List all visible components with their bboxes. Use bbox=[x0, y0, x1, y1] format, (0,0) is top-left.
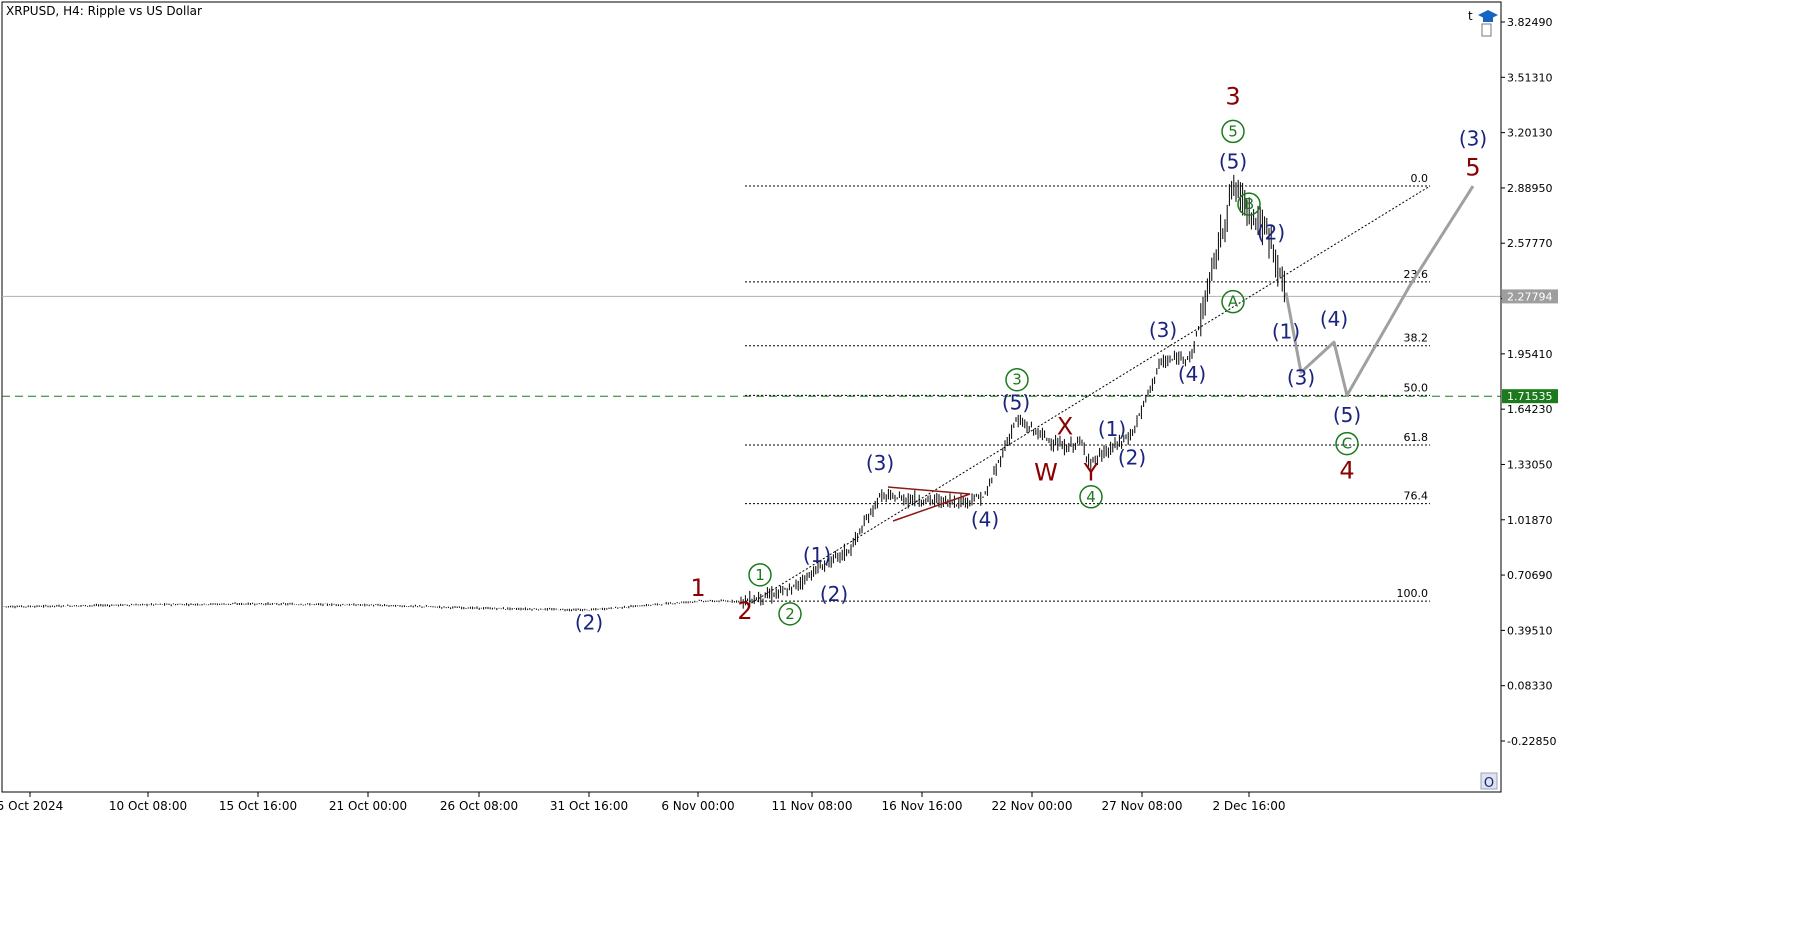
wave-label: Y bbox=[1083, 459, 1099, 487]
wave-label: (4) bbox=[1320, 307, 1348, 331]
wave-label: 4 bbox=[1339, 457, 1354, 485]
level-price-tag-text: 1.71535 bbox=[1507, 390, 1553, 403]
y-tick-label: 0.70690 bbox=[1507, 569, 1553, 582]
wave-label: B bbox=[1244, 195, 1254, 213]
wave-label: (5) bbox=[1002, 391, 1030, 415]
x-tick-label: 22 Nov 00:00 bbox=[992, 799, 1073, 813]
bottom-button-label: O bbox=[1484, 776, 1494, 791]
cap-base bbox=[1483, 17, 1493, 22]
x-tick-label: 5 Oct 2024 bbox=[0, 799, 63, 813]
x-tick-label: 26 Oct 08:00 bbox=[440, 799, 518, 813]
fib-label: 76.4 bbox=[1404, 490, 1429, 503]
y-tick-label: 1.95410 bbox=[1507, 348, 1553, 361]
wave-label: (4) bbox=[1178, 362, 1206, 386]
fib-label: 61.8 bbox=[1404, 431, 1429, 444]
wave-label: (5) bbox=[1219, 149, 1247, 173]
x-tick-label: 21 Oct 00:00 bbox=[329, 799, 407, 813]
x-tick-label: 16 Nov 16:00 bbox=[882, 799, 963, 813]
wave-label: 3 bbox=[1012, 371, 1022, 389]
wave-label: 4 bbox=[1086, 488, 1096, 506]
wave-label: (3) bbox=[1287, 366, 1315, 390]
wave-label: 2 bbox=[785, 605, 795, 623]
x-tick-label: 27 Nov 08:00 bbox=[1102, 799, 1183, 813]
wave-label: (2) bbox=[575, 611, 603, 635]
y-tick-label: 1.33050 bbox=[1507, 458, 1553, 471]
wave-label: (1) bbox=[1272, 320, 1300, 344]
wave-label: (1) bbox=[803, 543, 831, 567]
y-tick-label: 2.57770 bbox=[1507, 237, 1553, 250]
y-tick-label: 3.51310 bbox=[1507, 71, 1553, 84]
y-tick-label: -0.22850 bbox=[1507, 735, 1556, 748]
wave-label: (2) bbox=[1257, 220, 1285, 244]
current-price-tag-text: 2.27794 bbox=[1507, 290, 1553, 303]
wave-label: 5 bbox=[1228, 122, 1238, 140]
scroll-icon[interactable] bbox=[1481, 23, 1492, 37]
wave-label: A bbox=[1228, 293, 1239, 311]
fib-label: 50.0 bbox=[1404, 381, 1429, 394]
fib-label: 0.0 bbox=[1411, 172, 1429, 185]
x-tick-label: 2 Dec 16:00 bbox=[1212, 799, 1285, 813]
x-tick-label: 15 Oct 16:00 bbox=[219, 799, 297, 813]
wave-label: 5 bbox=[1465, 153, 1480, 181]
wave-label: (3) bbox=[866, 451, 894, 475]
x-tick-label: 6 Nov 00:00 bbox=[661, 799, 734, 813]
graduation-cap-icon[interactable] bbox=[1478, 10, 1498, 22]
wave-label: (3) bbox=[1149, 318, 1177, 342]
bottom-corner-button[interactable]: O bbox=[1480, 772, 1498, 791]
y-tick-label: 1.64230 bbox=[1507, 403, 1553, 416]
wave-label: (2) bbox=[820, 582, 848, 606]
fib-label: 100.0 bbox=[1397, 587, 1429, 600]
wave-label: W bbox=[1034, 459, 1058, 487]
wave-label: (5) bbox=[1333, 403, 1361, 427]
wave-label: C bbox=[1342, 435, 1352, 453]
fib-label: 38.2 bbox=[1404, 332, 1429, 345]
wave-label: (2) bbox=[1118, 446, 1146, 470]
wave-label: (1) bbox=[1098, 417, 1126, 441]
corner-letter: t bbox=[1468, 9, 1473, 23]
y-tick-label: 3.20130 bbox=[1507, 127, 1553, 140]
y-tick-label: 2.88950 bbox=[1507, 182, 1553, 195]
wave-label: 3 bbox=[1225, 82, 1240, 110]
wave-label: 1 bbox=[755, 566, 765, 584]
wave-label: (3) bbox=[1459, 126, 1487, 150]
y-tick-label: 1.01870 bbox=[1507, 514, 1553, 527]
wave-label: X bbox=[1057, 412, 1073, 440]
y-tick-label: 0.39510 bbox=[1507, 624, 1553, 637]
x-tick-label: 31 Oct 16:00 bbox=[550, 799, 628, 813]
wave-label: 1 bbox=[690, 574, 705, 602]
y-tick-label: 0.08330 bbox=[1507, 680, 1553, 693]
plot-border bbox=[1, 1, 1502, 793]
y-tick-label: 3.82490 bbox=[1507, 16, 1553, 29]
x-tick-label: 11 Nov 08:00 bbox=[772, 799, 853, 813]
price-chart[interactable]: 0.023.638.250.061.876.4100.0 (2)1212(1)(… bbox=[0, 0, 1818, 948]
wave-label: (4) bbox=[971, 508, 999, 532]
x-tick-label: 10 Oct 08:00 bbox=[109, 799, 187, 813]
wave-label: 2 bbox=[737, 597, 752, 625]
